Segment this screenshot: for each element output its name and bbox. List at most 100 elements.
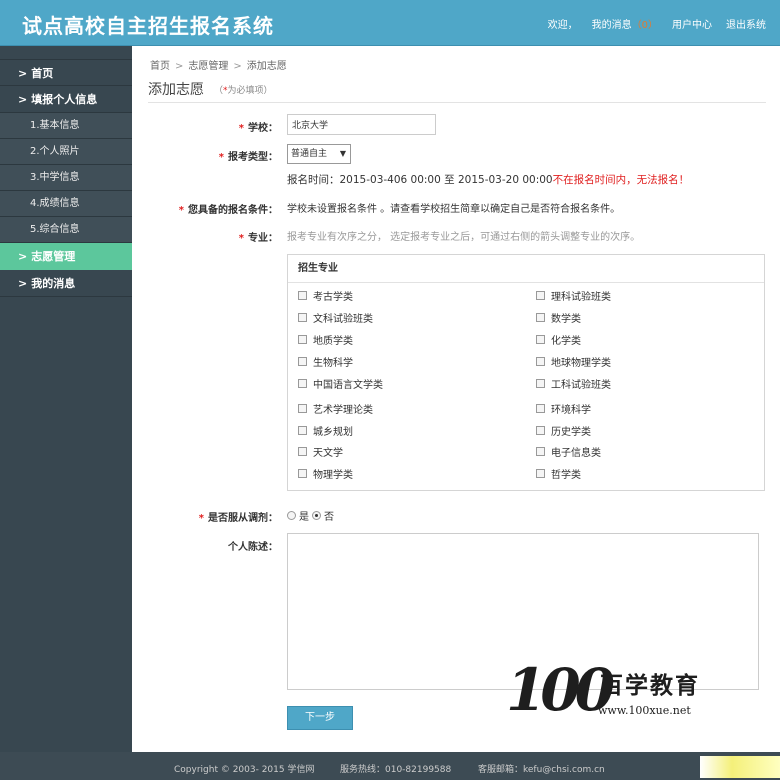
watermark-text: 百学教育 xyxy=(600,672,700,699)
major-option-label: 化学类 xyxy=(551,336,581,347)
checkbox[interactable] xyxy=(536,357,545,366)
major-option[interactable]: 哲学类 xyxy=(536,466,581,481)
sidebar-item-volunteer-management[interactable]: > 志愿管理 xyxy=(0,243,132,270)
major-label: * 专业： xyxy=(132,229,278,244)
major-option[interactable]: 地质学类 xyxy=(298,332,353,347)
school-label: * 学校： xyxy=(132,119,278,134)
time-text: 报名时间：2015-03-406 00:00 至 2015-03-20 00:0… xyxy=(287,174,553,186)
my-messages-link[interactable]: 我的消息（0） xyxy=(592,16,658,31)
sidebar-item-my-messages[interactable]: > 我的消息 xyxy=(0,270,132,297)
checkbox[interactable] xyxy=(298,357,307,366)
major-option[interactable]: 中国语言文学类 xyxy=(298,376,383,391)
checkbox[interactable] xyxy=(536,469,545,478)
checkbox[interactable] xyxy=(298,469,307,478)
sidebar-subitem-scores[interactable]: 4.成绩信息 xyxy=(0,191,132,217)
major-option[interactable]: 文科试验班类 xyxy=(298,310,373,325)
checkbox[interactable] xyxy=(536,447,545,456)
major-option[interactable]: 考古学类 xyxy=(298,288,353,303)
sidebar-subitem-comprehensive[interactable]: 5.综合信息 xyxy=(0,217,132,243)
checkbox[interactable] xyxy=(298,313,307,322)
breadcrumb-current: 添加志愿 xyxy=(246,61,287,72)
checkbox[interactable] xyxy=(298,404,307,413)
type-select-value: 普通自主 xyxy=(291,149,328,159)
sidebar-item-personal-info[interactable]: > 填报个人信息 xyxy=(0,86,132,113)
user-center-link[interactable]: 用户中心 xyxy=(672,16,712,31)
adjust-label: * 是否服从调剂： xyxy=(132,509,278,524)
major-box-title: 招生专业 xyxy=(288,255,764,283)
major-option[interactable]: 工科试验班类 xyxy=(536,376,611,391)
required-star: * xyxy=(238,123,244,134)
checkbox[interactable] xyxy=(536,426,545,435)
sidebar-subitem-photo[interactable]: 2.个人照片 xyxy=(0,139,132,165)
major-option[interactable]: 理科试验班类 xyxy=(536,288,611,303)
required-star: * xyxy=(238,233,244,244)
checkbox[interactable] xyxy=(298,426,307,435)
breadcrumb-volunteer[interactable]: 志愿管理 xyxy=(188,61,228,72)
required-note-open: （ xyxy=(214,86,224,96)
major-option[interactable]: 电子信息类 xyxy=(536,444,601,459)
major-option-label: 历史学类 xyxy=(551,427,591,438)
checkbox[interactable] xyxy=(536,379,545,388)
checkbox[interactable] xyxy=(536,291,545,300)
adjust-yes-radio[interactable] xyxy=(287,511,296,520)
app-title: 试点高校自主招生报名系统 xyxy=(22,14,274,38)
breadcrumb-separator: > xyxy=(175,61,184,72)
major-option[interactable]: 环境科学 xyxy=(536,401,591,416)
major-option-label: 考古学类 xyxy=(313,292,353,303)
required-star: * xyxy=(198,513,204,524)
adjust-no-radio[interactable] xyxy=(312,511,321,520)
checkbox[interactable] xyxy=(536,404,545,413)
major-option[interactable]: 物理学类 xyxy=(298,466,353,481)
required-star: * xyxy=(218,152,224,163)
required-note: （*为必填项） xyxy=(214,83,273,96)
type-select[interactable]: 普通自主 ▼ xyxy=(287,144,351,164)
major-option[interactable]: 历史学类 xyxy=(536,423,591,438)
major-option[interactable]: 艺术学理论类 xyxy=(298,401,373,416)
sidebar-subitem-school-info[interactable]: 3.中学信息 xyxy=(0,165,132,191)
major-option[interactable]: 数学类 xyxy=(536,310,581,325)
checkbox[interactable] xyxy=(298,291,307,300)
dropdown-arrow-icon: ▼ xyxy=(339,149,346,158)
major-option-label: 环境科学 xyxy=(551,405,591,416)
watermark-number: 100 xyxy=(506,656,615,724)
header-nav: 欢迎， 我的消息（0） 用户中心 退出系统 xyxy=(548,16,766,31)
footer-email: 客服邮箱：kefu@chsi.com.cn xyxy=(478,765,605,775)
checkbox[interactable] xyxy=(536,313,545,322)
sidebar-item-home[interactable]: > 首页 xyxy=(0,59,132,86)
my-messages-label: 我的消息 xyxy=(591,20,632,31)
condition-label: * 您具备的报名条件： xyxy=(132,201,278,216)
breadcrumb-home[interactable]: 首页 xyxy=(150,61,170,72)
type-label-text: 报考类型： xyxy=(228,152,278,163)
checkbox[interactable] xyxy=(536,335,545,344)
footer-hotline: 服务热线：010-82199588 xyxy=(340,765,452,775)
sidebar-item-label: 我的消息 xyxy=(31,277,76,290)
major-option-label: 天文学 xyxy=(313,448,343,459)
checkbox[interactable] xyxy=(298,335,307,344)
major-option[interactable]: 化学类 xyxy=(536,332,581,347)
sidebar: > 首页 > 填报个人信息 1.基本信息 2.个人照片 3.中学信息 4.成绩信息 … xyxy=(0,46,132,752)
logout-link[interactable]: 退出系统 xyxy=(726,16,766,31)
chevron-right-icon: > xyxy=(18,250,28,263)
major-option-label: 哲学类 xyxy=(551,470,581,481)
major-option[interactable]: 地球物理学类 xyxy=(536,354,611,369)
major-option-label: 生物科学 xyxy=(313,358,353,369)
type-label: * 报考类型： xyxy=(132,148,278,163)
sidebar-item-label: 填报个人信息 xyxy=(31,93,98,106)
footer: Copyright © 2003- 2015 学信网 服务热线：010-8219… xyxy=(0,752,780,780)
checkbox[interactable] xyxy=(298,379,307,388)
major-option-label: 艺术学理论类 xyxy=(313,405,373,416)
checkbox[interactable] xyxy=(298,447,307,456)
major-option-label: 数学类 xyxy=(551,314,581,325)
sidebar-subitem-basic-info[interactable]: 1.基本信息 xyxy=(0,113,132,139)
adjust-yes-label: 是 xyxy=(299,512,309,523)
major-hint: 报考专业有次序之分， 选定报考专业之后，可通过右侧的箭头调整专业的次序。 xyxy=(287,232,641,243)
adjust-radio-group: 是 否 xyxy=(287,508,334,523)
footer-copyright: Copyright © 2003- 2015 学信网 xyxy=(174,765,315,775)
school-input[interactable] xyxy=(287,114,436,135)
next-step-button[interactable]: 下一步 xyxy=(287,706,353,730)
major-option[interactable]: 生物科学 xyxy=(298,354,353,369)
major-option[interactable]: 城乡规划 xyxy=(298,423,353,438)
chevron-right-icon: > xyxy=(18,277,28,290)
major-option[interactable]: 天文学 xyxy=(298,444,343,459)
watermark-url: www.100xue.net xyxy=(598,704,691,717)
